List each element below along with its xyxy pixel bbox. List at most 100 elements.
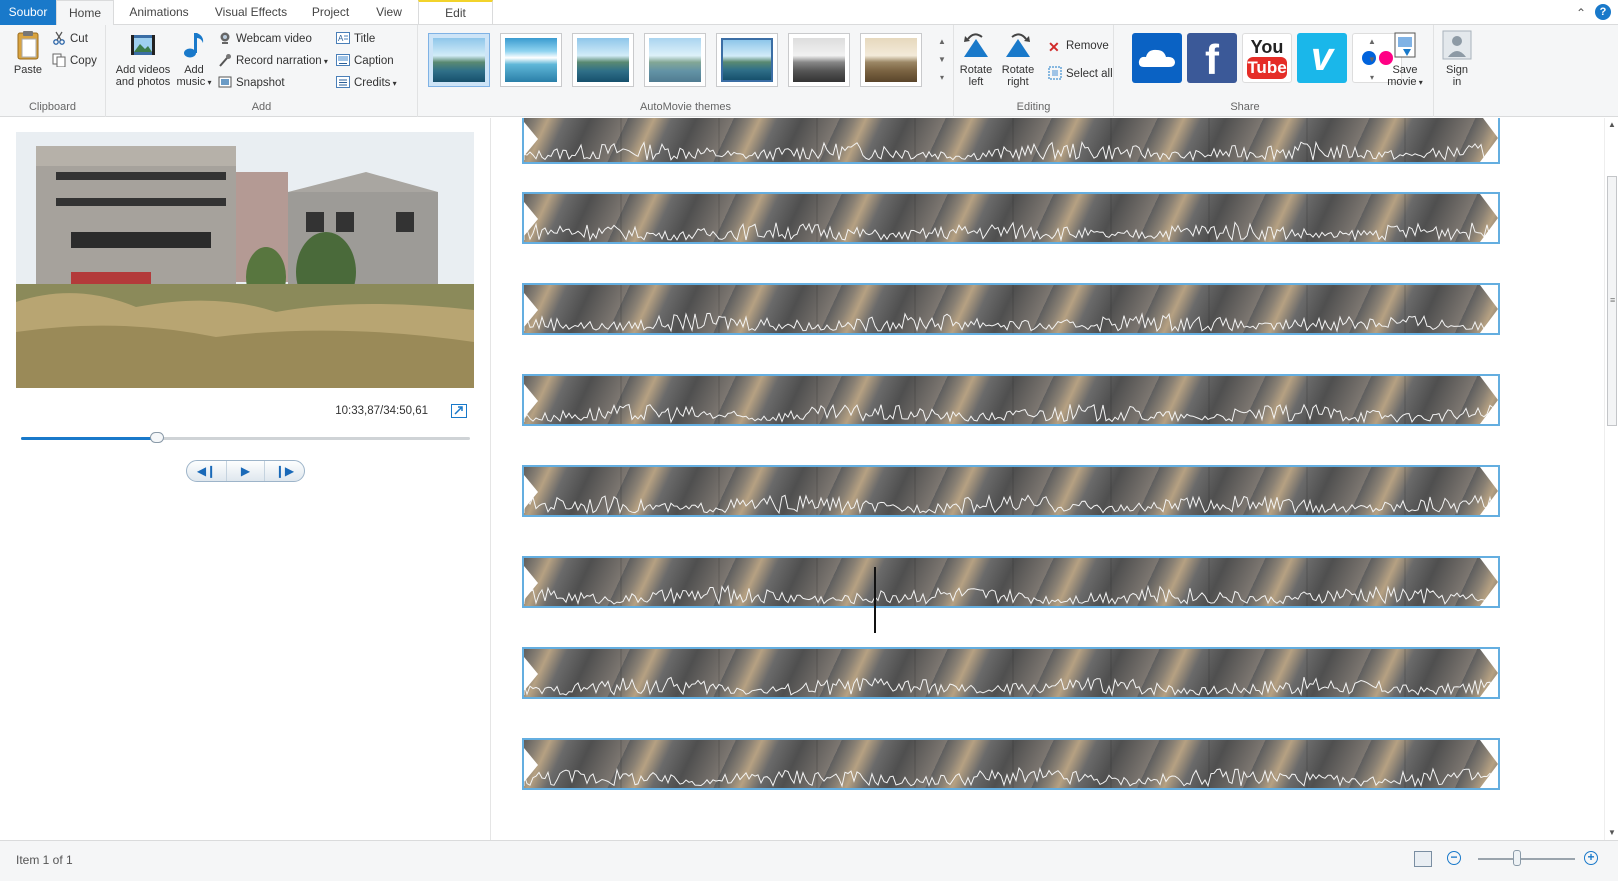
timeline-clip-row[interactable]	[522, 118, 1500, 164]
add-music-button[interactable]: Add music ▾	[174, 29, 214, 89]
sign-in-button[interactable]: Sign in	[1438, 29, 1476, 88]
storyboard-scrollbar[interactable]: ▲ ≡ ▼	[1604, 118, 1618, 840]
vimeo-letter: v	[1310, 35, 1334, 79]
scroll-down-icon[interactable]: ▼	[1605, 826, 1618, 840]
gallery-down-icon[interactable]: ▼	[936, 51, 948, 69]
zoom-in-icon[interactable]: +	[1584, 851, 1598, 865]
audio-waveform	[524, 221, 1498, 242]
caption-icon	[336, 53, 350, 67]
theme-thumbnail	[865, 38, 917, 82]
timeline-clip-row[interactable]	[522, 192, 1500, 244]
add-group-label: Add	[251, 101, 272, 113]
zoom-out-icon[interactable]: −	[1447, 851, 1461, 865]
timeline-clip-row[interactable]	[522, 647, 1500, 699]
audio-waveform	[524, 766, 1498, 788]
theme-fade[interactable]	[644, 33, 706, 87]
gallery-up-icon[interactable]: ▲	[936, 33, 948, 51]
theme-black-and-white[interactable]	[788, 33, 850, 87]
add-videos-and-photos-button[interactable]: Add videos and photos	[112, 29, 174, 88]
play-button[interactable]: ▶	[226, 461, 265, 481]
scroll-thumb[interactable]: ≡	[1607, 176, 1617, 426]
next-frame-button[interactable]: ❙▶	[265, 461, 304, 481]
title-icon: A	[336, 31, 350, 45]
rotate-right-button[interactable]: Rotate right	[998, 29, 1038, 88]
remove-x-icon: ✕	[1048, 39, 1060, 55]
onedrive-icon[interactable]	[1132, 33, 1182, 83]
cut-button[interactable]: Cut	[52, 30, 88, 48]
theme-cinematic[interactable]	[572, 33, 634, 87]
timeline-clip-row[interactable]	[522, 283, 1500, 335]
select-all-label: Select all	[1066, 68, 1113, 80]
paste-button[interactable]: Paste	[8, 29, 48, 76]
seek-thumb[interactable]	[150, 432, 165, 443]
clip-end-arrow-icon	[1480, 649, 1498, 697]
gallery-more-icon[interactable]: ▾	[936, 69, 948, 87]
tab-edit[interactable]: Edit	[418, 0, 493, 25]
clip-end-arrow-icon	[1480, 118, 1498, 162]
snapshot-button[interactable]: Snapshot	[218, 74, 285, 92]
theme-sepia[interactable]	[860, 33, 922, 87]
svg-text:A: A	[338, 34, 344, 43]
tab-view[interactable]: View	[366, 0, 412, 25]
remove-label: Remove	[1066, 40, 1109, 52]
tab-home[interactable]: Home	[56, 0, 114, 26]
timeline-clip-row[interactable]	[522, 738, 1500, 790]
editing-group: Rotate left Rotate right ✕ Remove Select …	[954, 25, 1114, 117]
clip-end-arrow-icon	[1480, 376, 1498, 424]
tab-visual-effects[interactable]: Visual Effects	[207, 0, 295, 25]
select-all-button[interactable]: Select all	[1048, 65, 1113, 83]
remove-button[interactable]: ✕ Remove	[1048, 37, 1109, 55]
theme-contemporary[interactable]	[500, 33, 562, 87]
fullscreen-icon[interactable]	[451, 404, 467, 418]
storyboard-view-icon[interactable]	[1414, 851, 1432, 867]
minimize-ribbon-icon[interactable]: ⌃	[1576, 6, 1586, 20]
copy-button[interactable]: Copy	[52, 52, 97, 70]
tab-project[interactable]: Project	[303, 0, 358, 25]
help-icon[interactable]: ?	[1595, 4, 1611, 20]
previous-frame-button[interactable]: ◀❙	[187, 461, 226, 481]
rotate-left-icon	[960, 29, 992, 61]
clip-start-arrow-icon	[524, 293, 538, 327]
record-narration-button[interactable]: Record narration ▾	[218, 52, 328, 70]
caption-button[interactable]: Caption	[336, 52, 394, 70]
seek-bar[interactable]	[21, 432, 470, 443]
theme-thumbnail	[577, 38, 629, 82]
clip-start-arrow-icon	[524, 566, 538, 600]
theme-pan-and-zoom[interactable]	[716, 33, 778, 87]
dropdown-arrow-icon: ▾	[321, 57, 328, 66]
facebook-icon[interactable]: f	[1187, 33, 1237, 83]
clip-start-arrow-icon	[524, 202, 538, 236]
theme-default[interactable]	[428, 33, 490, 87]
timeline-clip-row[interactable]	[522, 465, 1500, 517]
cut-label: Cut	[70, 33, 88, 45]
vimeo-icon[interactable]: v	[1297, 33, 1347, 83]
storyboard-timeline[interactable]	[492, 118, 1604, 840]
rotate-left-button[interactable]: Rotate left	[956, 29, 996, 88]
add-videos-label-2: and photos	[115, 76, 171, 88]
tab-animations[interactable]: Animations	[118, 0, 200, 25]
timeline-clip-row[interactable]	[522, 374, 1500, 426]
webcam-video-label: Webcam video	[236, 33, 312, 45]
audio-waveform	[524, 403, 1498, 424]
timeline-clip-row[interactable]	[522, 556, 1500, 608]
clip-end-arrow-icon	[1480, 467, 1498, 515]
add-music-label-1: Add	[184, 64, 204, 76]
playhead-cursor[interactable]	[874, 567, 876, 633]
video-preview[interactable]	[16, 132, 474, 388]
gallery-scroll: ▲ ▼ ▾	[936, 33, 948, 87]
audio-waveform	[524, 312, 1498, 333]
scroll-up-icon[interactable]: ▲	[1605, 118, 1618, 132]
webcam-video-button[interactable]: Webcam video	[218, 30, 312, 48]
zoom-slider[interactable]	[1478, 850, 1575, 866]
tab-file[interactable]: Soubor	[0, 0, 56, 25]
rotate-left-label-2: left	[968, 76, 984, 88]
title-button[interactable]: A Title	[336, 30, 375, 48]
credits-button[interactable]: Credits ▾	[336, 74, 397, 92]
audio-waveform	[524, 584, 1498, 606]
playback-controls: ◀❙ ▶ ❙▶	[186, 460, 305, 482]
zoom-thumb[interactable]	[1512, 850, 1521, 866]
youtube-icon[interactable]: You Tube	[1242, 33, 1292, 83]
rotate-left-label-1: Rotate	[959, 64, 993, 76]
preview-frame-image	[16, 132, 474, 388]
clip-start-arrow-icon	[524, 122, 538, 156]
